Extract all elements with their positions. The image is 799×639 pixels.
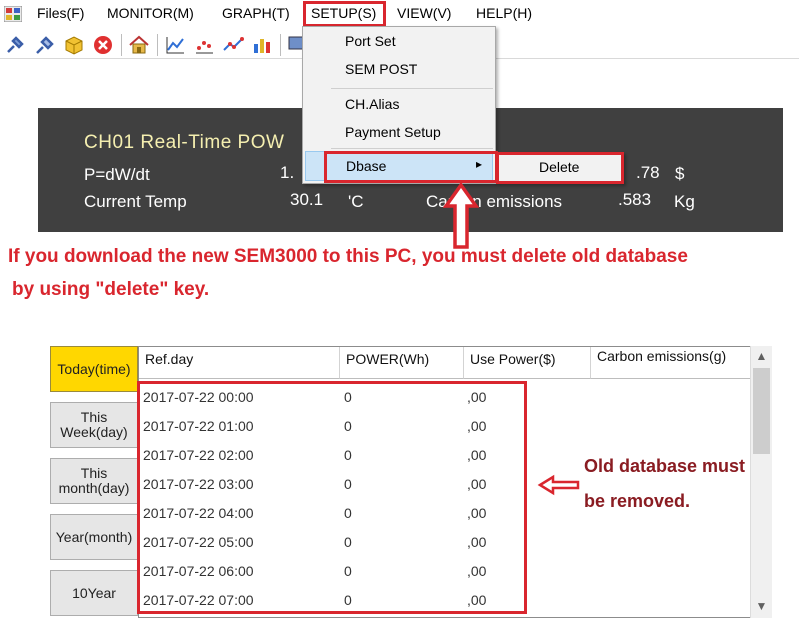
scroll-down-icon[interactable]: ▼ bbox=[751, 596, 772, 616]
old-data-highlight-box bbox=[137, 381, 527, 614]
menu-bar: Files(F) MONITOR(M) GRAPH(T) SETUP(S) VI… bbox=[0, 0, 799, 28]
dbase-highlight-box bbox=[324, 151, 498, 183]
box-icon[interactable] bbox=[63, 34, 85, 56]
this-week-button[interactable]: This Week(day) bbox=[50, 402, 138, 448]
app-icon[interactable] bbox=[4, 6, 22, 22]
temp-label: Current Temp bbox=[84, 192, 187, 211]
scroll-up-icon[interactable]: ▲ bbox=[751, 346, 772, 366]
column-header-carbon[interactable]: Carbon emissions(g) bbox=[591, 347, 751, 379]
menu-separator bbox=[331, 148, 493, 149]
power-value: 1. bbox=[280, 163, 295, 182]
vertical-scrollbar[interactable]: ▲ ▼ bbox=[750, 346, 772, 618]
ten-year-button[interactable]: 10Year bbox=[50, 570, 138, 616]
close-icon[interactable] bbox=[92, 34, 114, 56]
plug-connect-icon[interactable] bbox=[4, 34, 26, 56]
menu-item-ch-alias[interactable]: CH.Alias bbox=[345, 96, 399, 112]
notice-line-2: by using "delete" key. bbox=[12, 279, 210, 300]
year-button[interactable]: Year(month) bbox=[50, 514, 138, 560]
power-label: P=dW/dt bbox=[84, 165, 150, 184]
menu-monitor[interactable]: MONITOR(M) bbox=[107, 5, 194, 21]
scroll-thumb[interactable] bbox=[753, 368, 770, 454]
removal-note-line-2: be removed. bbox=[584, 491, 691, 511]
menu-item-port-set[interactable]: Port Set bbox=[345, 33, 396, 49]
menu-view[interactable]: VIEW(V) bbox=[397, 5, 451, 21]
column-header-power[interactable]: POWER(Wh) bbox=[340, 347, 464, 379]
menu-graph[interactable]: GRAPH(T) bbox=[222, 5, 290, 21]
removal-note-line-1: Old database must bbox=[584, 456, 746, 476]
this-month-button[interactable]: This month(day) bbox=[50, 458, 138, 504]
cost-unit: $ bbox=[675, 164, 685, 183]
menu-item-sem-post[interactable]: SEM POST bbox=[345, 61, 417, 77]
channel-title: CH01 Real-Time POW bbox=[84, 132, 285, 153]
carbon-unit: Kg bbox=[674, 192, 695, 211]
notice-line-1: If you download the new SEM3000 to this … bbox=[8, 246, 688, 267]
menu-files[interactable]: Files(F) bbox=[37, 5, 84, 21]
toolbar-separator bbox=[121, 34, 122, 56]
menu-item-payment-setup[interactable]: Payment Setup bbox=[345, 124, 441, 140]
scatter-chart-icon[interactable] bbox=[193, 34, 215, 56]
toolbar-separator bbox=[280, 34, 281, 56]
up-arrow-annotation-icon bbox=[443, 182, 479, 249]
menu-help[interactable]: HELP(H) bbox=[476, 5, 532, 21]
line-chart-icon[interactable] bbox=[164, 34, 186, 56]
menu-separator bbox=[331, 88, 493, 89]
column-header-use-power[interactable]: Use Power($) bbox=[464, 347, 591, 379]
bar-chart-icon[interactable] bbox=[251, 34, 273, 56]
setup-menu-highlight-box bbox=[303, 1, 386, 27]
cost-value: .78 bbox=[636, 163, 660, 182]
plug-disconnect-icon[interactable] bbox=[34, 34, 56, 56]
delete-highlight-box bbox=[496, 152, 624, 184]
temp-value: 30.1 bbox=[290, 190, 324, 209]
temp-unit: 'C bbox=[348, 192, 364, 211]
left-arrow-annotation-icon bbox=[537, 474, 580, 496]
toolbar-separator bbox=[157, 34, 158, 56]
home-icon[interactable] bbox=[128, 34, 150, 56]
column-header-ref-day[interactable]: Ref.day bbox=[139, 347, 340, 379]
today-button[interactable]: Today(time) bbox=[50, 346, 138, 392]
trend-chart-icon[interactable] bbox=[222, 34, 244, 56]
carbon-value: .583 bbox=[618, 190, 652, 209]
